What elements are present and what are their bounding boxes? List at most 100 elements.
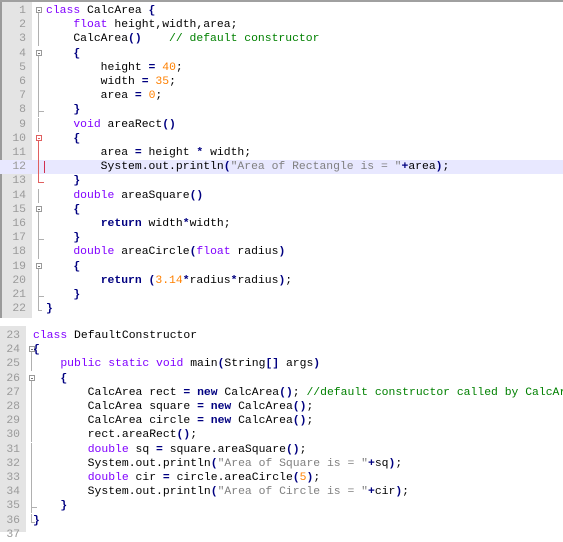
code-line[interactable]: 6 width = 35; (0, 75, 563, 89)
code-panel-calcarea[interactable]: 1 class CalcArea {2 float height,width,ar… (0, 0, 563, 318)
code-line[interactable]: 4 { (0, 47, 563, 61)
code-line[interactable]: 5 height = 40; (0, 60, 563, 75)
code-token: width; (203, 147, 252, 159)
code-token: System.out.println (33, 486, 211, 499)
code-line[interactable]: 24 { (0, 343, 563, 358)
collapse-minus-icon[interactable] (36, 7, 42, 13)
code-panel-defaultconstructor[interactable]: 23 class DefaultConstructor 24 {25 public s… (0, 326, 563, 541)
code-token: void (73, 118, 101, 131)
line-number: 10 (12, 132, 26, 145)
code-line[interactable]: 11 area = height * width; (0, 146, 563, 160)
code-line[interactable]: 16 return width*width; (0, 217, 563, 231)
code-line[interactable]: 37 (0, 528, 563, 542)
collapse-minus-icon[interactable] (36, 205, 42, 212)
fold-line-segment (38, 75, 39, 89)
code-token: () (128, 33, 142, 46)
code-token: "Area of Square is = " (217, 457, 368, 470)
code-token: ) (435, 161, 443, 174)
code-line[interactable]: 34 System.out.println("Area of Circle is… (0, 485, 563, 500)
code-line[interactable]: 18 double areaCircle(float radius) (0, 245, 563, 260)
code-line[interactable]: 2 float height,width,area; (0, 18, 563, 33)
code-line[interactable]: 36} (0, 513, 563, 528)
code-token: ) (313, 358, 321, 371)
code-token: ) (278, 246, 286, 259)
code-line[interactable]: 3 CalcArea() // default constructor (0, 32, 563, 47)
code-text: { (46, 132, 80, 146)
code-line[interactable]: 14 double areaSquare() (0, 188, 563, 203)
fold-line (34, 18, 44, 33)
code-line[interactable]: 26 { (0, 372, 563, 386)
code-line[interactable]: 27 CalcArea rect = new CalcArea(); //def… (0, 385, 563, 400)
code-line[interactable]: 15 { (0, 203, 563, 217)
code-line[interactable]: 7 area = 0; (0, 89, 563, 104)
code-line[interactable]: 33 double cir = circle.areaCircle(5); (0, 471, 563, 485)
code-text: } (46, 302, 53, 316)
code-line[interactable]: 28 CalcArea square = new CalcArea(); (0, 400, 563, 414)
code-token: double (87, 443, 129, 456)
code-line[interactable]: 20 return (3.14*radius*radius); (0, 273, 563, 288)
code-line[interactable]: 13 } (0, 174, 563, 188)
fold-line-segment (38, 111, 39, 118)
fold-toggle-icon[interactable] (34, 47, 44, 61)
collapse-minus-icon[interactable] (36, 262, 42, 269)
code-line[interactable]: 23 class DefaultConstructor (0, 329, 563, 343)
code-line[interactable]: 21 } (0, 288, 563, 302)
fold-line-segment (38, 273, 39, 288)
fold-line (34, 75, 44, 89)
code-token: () (162, 118, 176, 131)
code-text: float height,width,area; (46, 18, 237, 32)
line-number: 7 (19, 90, 26, 103)
code-line[interactable]: 25 public static void main(String[] args… (0, 357, 563, 372)
code-line[interactable]: 22} (0, 302, 563, 316)
fold-line-segment (31, 507, 32, 514)
code-line[interactable]: 12 System.out.println("Area of Rectangle… (0, 160, 563, 175)
code-token: areaCircle (114, 246, 190, 259)
code-line[interactable]: 30 rect.areaRect(); (0, 428, 563, 443)
code-line[interactable]: 29 CalcArea circle = new CalcArea(); (0, 414, 563, 429)
fold-line-segment (31, 385, 32, 400)
code-line[interactable]: 31 double sq = square.areaSquare(); (0, 442, 563, 457)
code-token: new (210, 401, 232, 413)
line-number: 14 (12, 189, 26, 202)
code-text: double areaSquare() (46, 189, 203, 203)
code-token: } (73, 104, 81, 117)
code-token: new (197, 386, 218, 399)
code-token: ( (292, 472, 300, 484)
code-token: * (182, 274, 190, 287)
code-line[interactable]: 32 System.out.println("Area of Square is… (0, 456, 563, 471)
code-token: } (73, 289, 81, 301)
fold-toggle-icon[interactable] (34, 260, 44, 274)
code-token: = (162, 472, 170, 484)
fold-line (34, 245, 44, 260)
fold-line-segment (38, 60, 39, 75)
code-text: System.out.println("Area of Rectangle is… (46, 160, 450, 174)
code-token: // default constructor (169, 33, 320, 46)
code-line[interactable]: 35 } (0, 499, 563, 514)
fold-line-segment (31, 485, 32, 500)
code-token: width (46, 76, 142, 88)
code-token: area (46, 147, 135, 159)
code-token: ( (223, 161, 231, 174)
code-line[interactable]: 9 void areaRect() (0, 117, 563, 132)
fold-line (34, 32, 44, 47)
code-text: CalcArea rect = new CalcArea(); //defaul… (33, 386, 563, 400)
fold-end-marker (34, 103, 44, 118)
code-token: double (73, 189, 115, 202)
code-token: } (46, 303, 53, 316)
fold-line-segment (38, 18, 39, 33)
code-line[interactable]: 10 { (0, 132, 563, 146)
code-text: rect.areaRect(); (33, 428, 197, 442)
code-line[interactable]: 8 } (0, 103, 563, 118)
code-token: height,width,area; (107, 19, 238, 32)
code-line[interactable]: 1 class CalcArea { (0, 4, 563, 18)
fold-toggle-icon[interactable] (34, 203, 44, 217)
fold-toggle-icon[interactable] (34, 4, 44, 18)
collapse-minus-icon[interactable] (36, 49, 42, 56)
code-line[interactable]: 19 { (0, 260, 563, 274)
code-line[interactable]: 17 } (0, 231, 563, 246)
fold-toggle-icon[interactable] (34, 132, 44, 146)
collapse-minus-icon[interactable] (36, 134, 42, 141)
